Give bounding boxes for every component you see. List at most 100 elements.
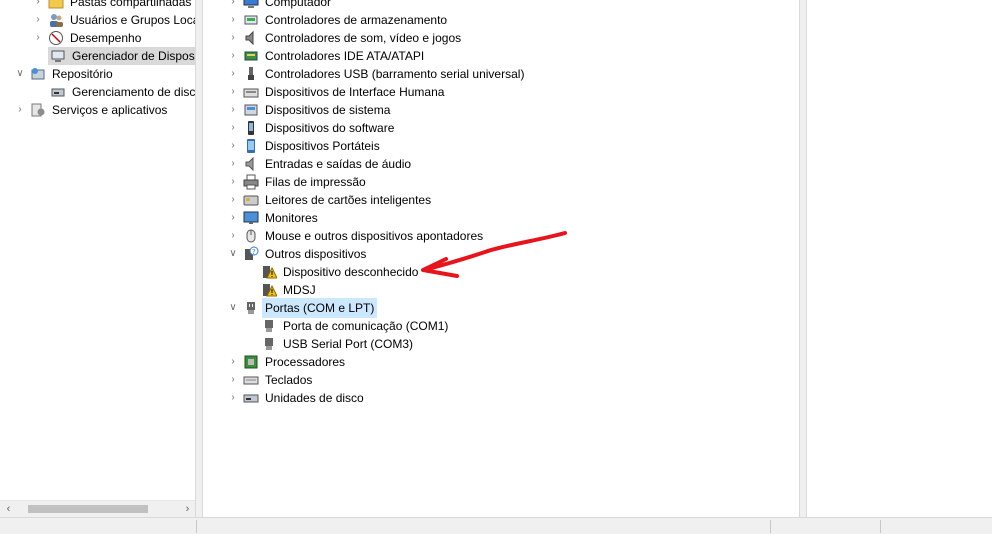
tree-item-label: Usuários e Grupos Loca: [70, 13, 196, 27]
ide-controller-icon: [243, 48, 259, 64]
usb-icon: [243, 66, 259, 82]
chevron-right-icon[interactable]: ›: [227, 83, 239, 101]
chevron-right-icon[interactable]: ›: [227, 191, 239, 209]
chevron-right-icon[interactable]: ›: [227, 173, 239, 191]
tree-item-label: Desempenho: [70, 31, 142, 45]
printer-icon: [243, 174, 259, 190]
tree-item-services-apps[interactable]: › Serviços e aplicativos: [14, 101, 169, 119]
port-icon: [261, 318, 277, 334]
chevron-right-icon[interactable]: ›: [32, 11, 44, 29]
chevron-down-icon[interactable]: ∨: [227, 245, 239, 263]
chevron-down-icon[interactable]: ∨: [14, 65, 26, 83]
chevron-right-icon[interactable]: ›: [32, 29, 44, 47]
device-category-smart-card[interactable]: › Leitores de cartões inteligentes: [227, 191, 433, 209]
chevron-right-icon[interactable]: ›: [227, 65, 239, 83]
chevron-down-icon[interactable]: ∨: [227, 299, 239, 317]
device-category-sound-video[interactable]: › Controladores de som, vídeo e jogos: [227, 29, 463, 47]
storage-controller-icon: [243, 12, 259, 28]
device-category-label: Teclados: [265, 373, 313, 387]
device-category-label: Processadores: [265, 355, 346, 369]
chevron-right-icon[interactable]: ›: [227, 371, 239, 389]
device-tree-pane: › Computador › Controladores de armazena…: [202, 0, 800, 517]
device-category-monitors[interactable]: › Monitores: [227, 209, 320, 227]
tree-item-performance[interactable]: › Desempenho: [32, 29, 143, 47]
disk-management-icon: [50, 84, 66, 100]
chevron-right-icon[interactable]: ›: [227, 119, 239, 137]
unknown-device-icon: ?: [243, 246, 259, 262]
device-category-label: Controladores de armazenamento: [265, 13, 448, 27]
chevron-right-icon[interactable]: ›: [227, 11, 239, 29]
scrollbar-thumb[interactable]: [28, 505, 148, 513]
chevron-right-icon[interactable]: ›: [227, 29, 239, 47]
chevron-right-icon[interactable]: ›: [227, 101, 239, 119]
device-category-keyboards[interactable]: › Teclados: [227, 371, 314, 389]
chevron-right-icon[interactable]: ›: [227, 47, 239, 65]
chevron-right-icon[interactable]: ›: [227, 389, 239, 407]
device-category-other-devices[interactable]: ∨ ? Outros dispositivos: [227, 245, 368, 263]
scroll-right-icon[interactable]: ›: [179, 501, 195, 517]
device-category-label: Entradas e saídas de áudio: [265, 157, 412, 171]
processor-icon: [243, 354, 259, 370]
device-item-mdsj[interactable]: MDSJ: [261, 281, 318, 299]
device-category-ports[interactable]: ∨ Portas (COM e LPT): [227, 298, 378, 318]
status-divider: [196, 520, 197, 533]
device-category-portable[interactable]: › Dispositivos Portáteis: [227, 137, 382, 155]
tree-item-shared-folders[interactable]: › Pastas compartilhadas: [32, 0, 193, 11]
system-device-icon: [243, 102, 259, 118]
device-item-com1[interactable]: Porta de comunicação (COM1): [261, 317, 450, 335]
device-category-software[interactable]: › Dispositivos do software: [227, 119, 396, 137]
device-category-ide[interactable]: › Controladores IDE ATA/ATAPI: [227, 47, 426, 65]
chevron-right-icon[interactable]: ›: [14, 101, 26, 119]
speaker-icon: [243, 30, 259, 46]
device-category-system[interactable]: › Dispositivos de sistema: [227, 101, 392, 119]
tree-item-device-manager[interactable]: Gerenciador de Disposit: [48, 47, 195, 65]
device-category-print-queues[interactable]: › Filas de impressão: [227, 173, 368, 191]
chevron-right-icon[interactable]: ›: [227, 155, 239, 173]
device-category-audio-io[interactable]: › Entradas e saídas de áudio: [227, 155, 413, 173]
device-category-storage-controllers[interactable]: › Controladores de armazenamento: [227, 11, 449, 29]
device-category-label: Monitores: [265, 211, 318, 225]
monitor-icon: [243, 210, 259, 226]
device-category-usb[interactable]: › Controladores USB (barramento serial u…: [227, 65, 526, 83]
device-category-label: Leitores de cartões inteligentes: [265, 193, 432, 207]
storage-icon: [30, 66, 46, 82]
users-groups-icon: [48, 12, 64, 28]
chevron-right-icon[interactable]: ›: [227, 137, 239, 155]
warning-device-icon: [261, 264, 277, 280]
device-item-com3[interactable]: USB Serial Port (COM3): [261, 335, 415, 353]
shared-folder-icon: [48, 0, 64, 10]
device-category-processors[interactable]: › Processadores: [227, 353, 347, 371]
smart-card-icon: [243, 192, 259, 208]
device-category-label: Unidades de disco: [265, 391, 364, 405]
actions-pane: [806, 0, 992, 517]
device-category-computer[interactable]: › Computador: [227, 0, 333, 11]
chevron-right-icon[interactable]: ›: [32, 0, 44, 11]
tree-item-label: Gerenciamento de disco: [72, 85, 196, 99]
disk-drive-icon: [243, 390, 259, 406]
tree-item-users-groups[interactable]: › Usuários e Grupos Loca: [32, 11, 196, 29]
device-category-label: Dispositivos do software: [265, 121, 395, 135]
hid-icon: [243, 84, 259, 100]
chevron-right-icon[interactable]: ›: [227, 353, 239, 371]
tree-item-label: Repositório: [52, 67, 113, 81]
scroll-left-icon[interactable]: ‹: [0, 501, 17, 517]
services-icon: [30, 102, 46, 118]
chevron-right-icon[interactable]: ›: [227, 227, 239, 245]
chevron-right-icon[interactable]: ›: [227, 209, 239, 227]
device-item-unknown[interactable]: Dispositivo desconhecido: [261, 263, 420, 281]
device-category-label: Portas (COM e LPT): [261, 298, 378, 318]
status-divider: [770, 520, 771, 533]
device-category-label: Controladores de som, vídeo e jogos: [265, 31, 462, 45]
device-category-label: Dispositivos de sistema: [265, 103, 391, 117]
svg-text:?: ?: [252, 248, 256, 256]
device-category-mouse[interactable]: › Mouse e outros dispositivos apontadore…: [227, 227, 485, 245]
tree-item-disk-management[interactable]: Gerenciamento de disco: [48, 83, 196, 101]
device-category-disk-drives[interactable]: › Unidades de disco: [227, 389, 366, 407]
horizontal-scrollbar[interactable]: ‹ ›: [0, 500, 195, 517]
tree-item-storage[interactable]: ∨ Repositório: [14, 65, 115, 83]
chevron-right-icon[interactable]: ›: [227, 0, 239, 11]
device-category-label: Dispositivos Portáteis: [265, 139, 380, 153]
device-category-hid[interactable]: › Dispositivos de Interface Humana: [227, 83, 446, 101]
console-tree-pane: › Pastas compartilhadas › Usuários e Gru…: [0, 0, 196, 517]
mouse-icon: [243, 228, 259, 244]
